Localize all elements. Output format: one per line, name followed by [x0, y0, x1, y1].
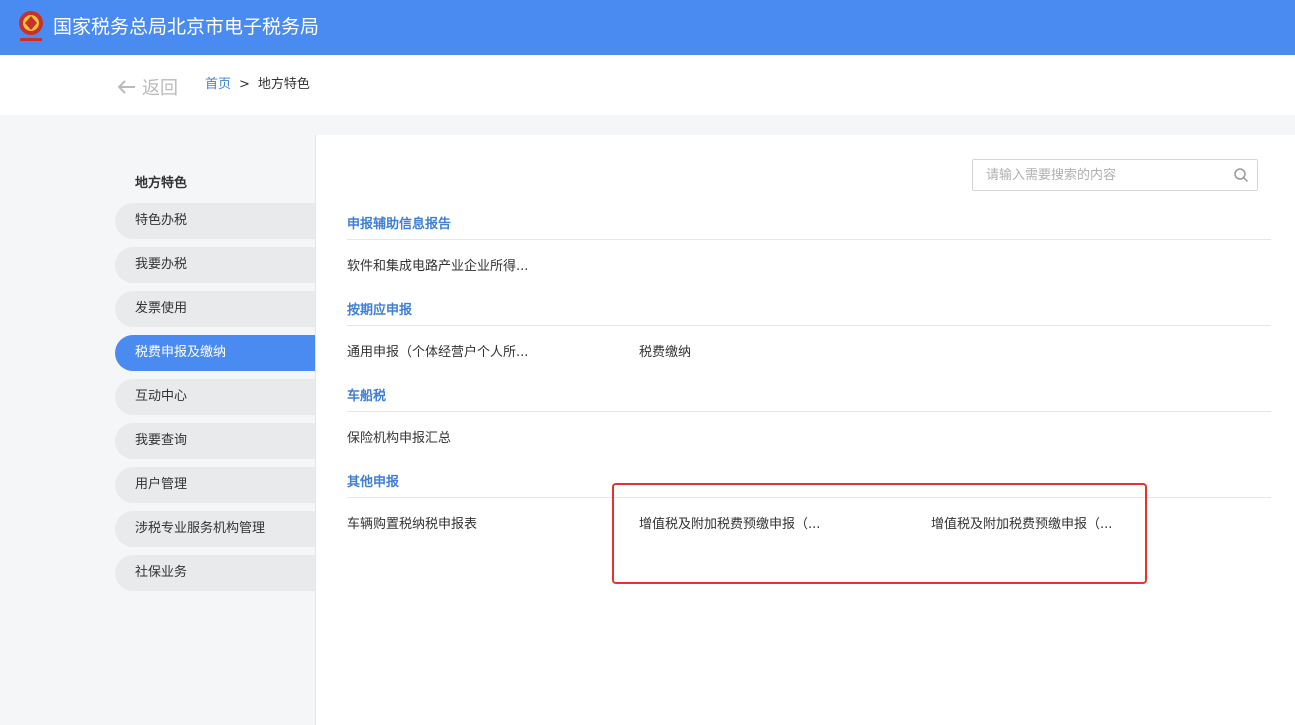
sidebar-item-social-security[interactable]: 社保业务: [115, 555, 315, 591]
breadcrumb-home-link[interactable]: 首页: [205, 76, 231, 94]
search-input[interactable]: [973, 160, 1213, 190]
section-title-filing-assist: 申报辅助信息报告: [347, 217, 452, 232]
site-title: 国家税务总局北京市电子税务局: [53, 16, 320, 38]
back-label: 返回: [142, 78, 178, 99]
section-title-vehicle-vessel-tax: 车船税: [347, 389, 387, 404]
highlight-annotation-box: [612, 483, 1147, 584]
search-icon[interactable]: [1233, 167, 1249, 183]
sidebar-title: 地方特色: [135, 176, 188, 191]
section-title-periodic-filing: 按期应申报: [347, 303, 413, 318]
sidebar-item-tax-filing[interactable]: 税费申报及缴纳: [115, 335, 315, 371]
section-title-other-filing: 其他申报: [347, 475, 400, 490]
tax-emblem-logo: [19, 11, 43, 41]
sidebar-item-user-management[interactable]: 用户管理: [115, 467, 315, 503]
breadcrumb-separator: >: [239, 77, 250, 92]
sidebar-item-do-tax[interactable]: 我要办税: [115, 247, 315, 283]
breadcrumb: 首页 > 地方特色: [205, 76, 310, 94]
section-divider: [347, 325, 1271, 326]
sidebar-item-special-tax[interactable]: 特色办税: [115, 203, 315, 239]
back-button[interactable]: 返回: [118, 74, 178, 100]
navigation-bar: [0, 55, 1295, 115]
sidebar-item-agency-management[interactable]: 涉税专业服务机构管理: [115, 511, 315, 547]
breadcrumb-current: 地方特色: [257, 77, 310, 92]
entry-vehicle-purchase-tax[interactable]: 车辆购置税纳税申报表: [347, 513, 477, 532]
arrow-left-icon: [118, 80, 135, 94]
sidebar-item-query[interactable]: 我要查询: [115, 423, 315, 459]
entry-software-ic-income-tax[interactable]: 软件和集成电路产业企业所得...: [347, 255, 528, 274]
sidebar-item-invoice[interactable]: 发票使用: [115, 291, 315, 327]
entry-insurance-filing-summary[interactable]: 保险机构申报汇总: [347, 427, 451, 446]
search-box[interactable]: [972, 159, 1258, 191]
entry-general-filing[interactable]: 通用申报（个体经营户个人所...: [347, 341, 528, 360]
section-divider: [347, 411, 1271, 412]
entry-tax-payment[interactable]: 税费缴纳: [639, 341, 691, 360]
section-divider: [347, 239, 1271, 240]
main-content-panel: [315, 135, 1295, 725]
sidebar-item-interaction[interactable]: 互动中心: [115, 379, 315, 415]
top-header-bar: 国家税务总局北京市电子税务局: [0, 0, 1295, 55]
